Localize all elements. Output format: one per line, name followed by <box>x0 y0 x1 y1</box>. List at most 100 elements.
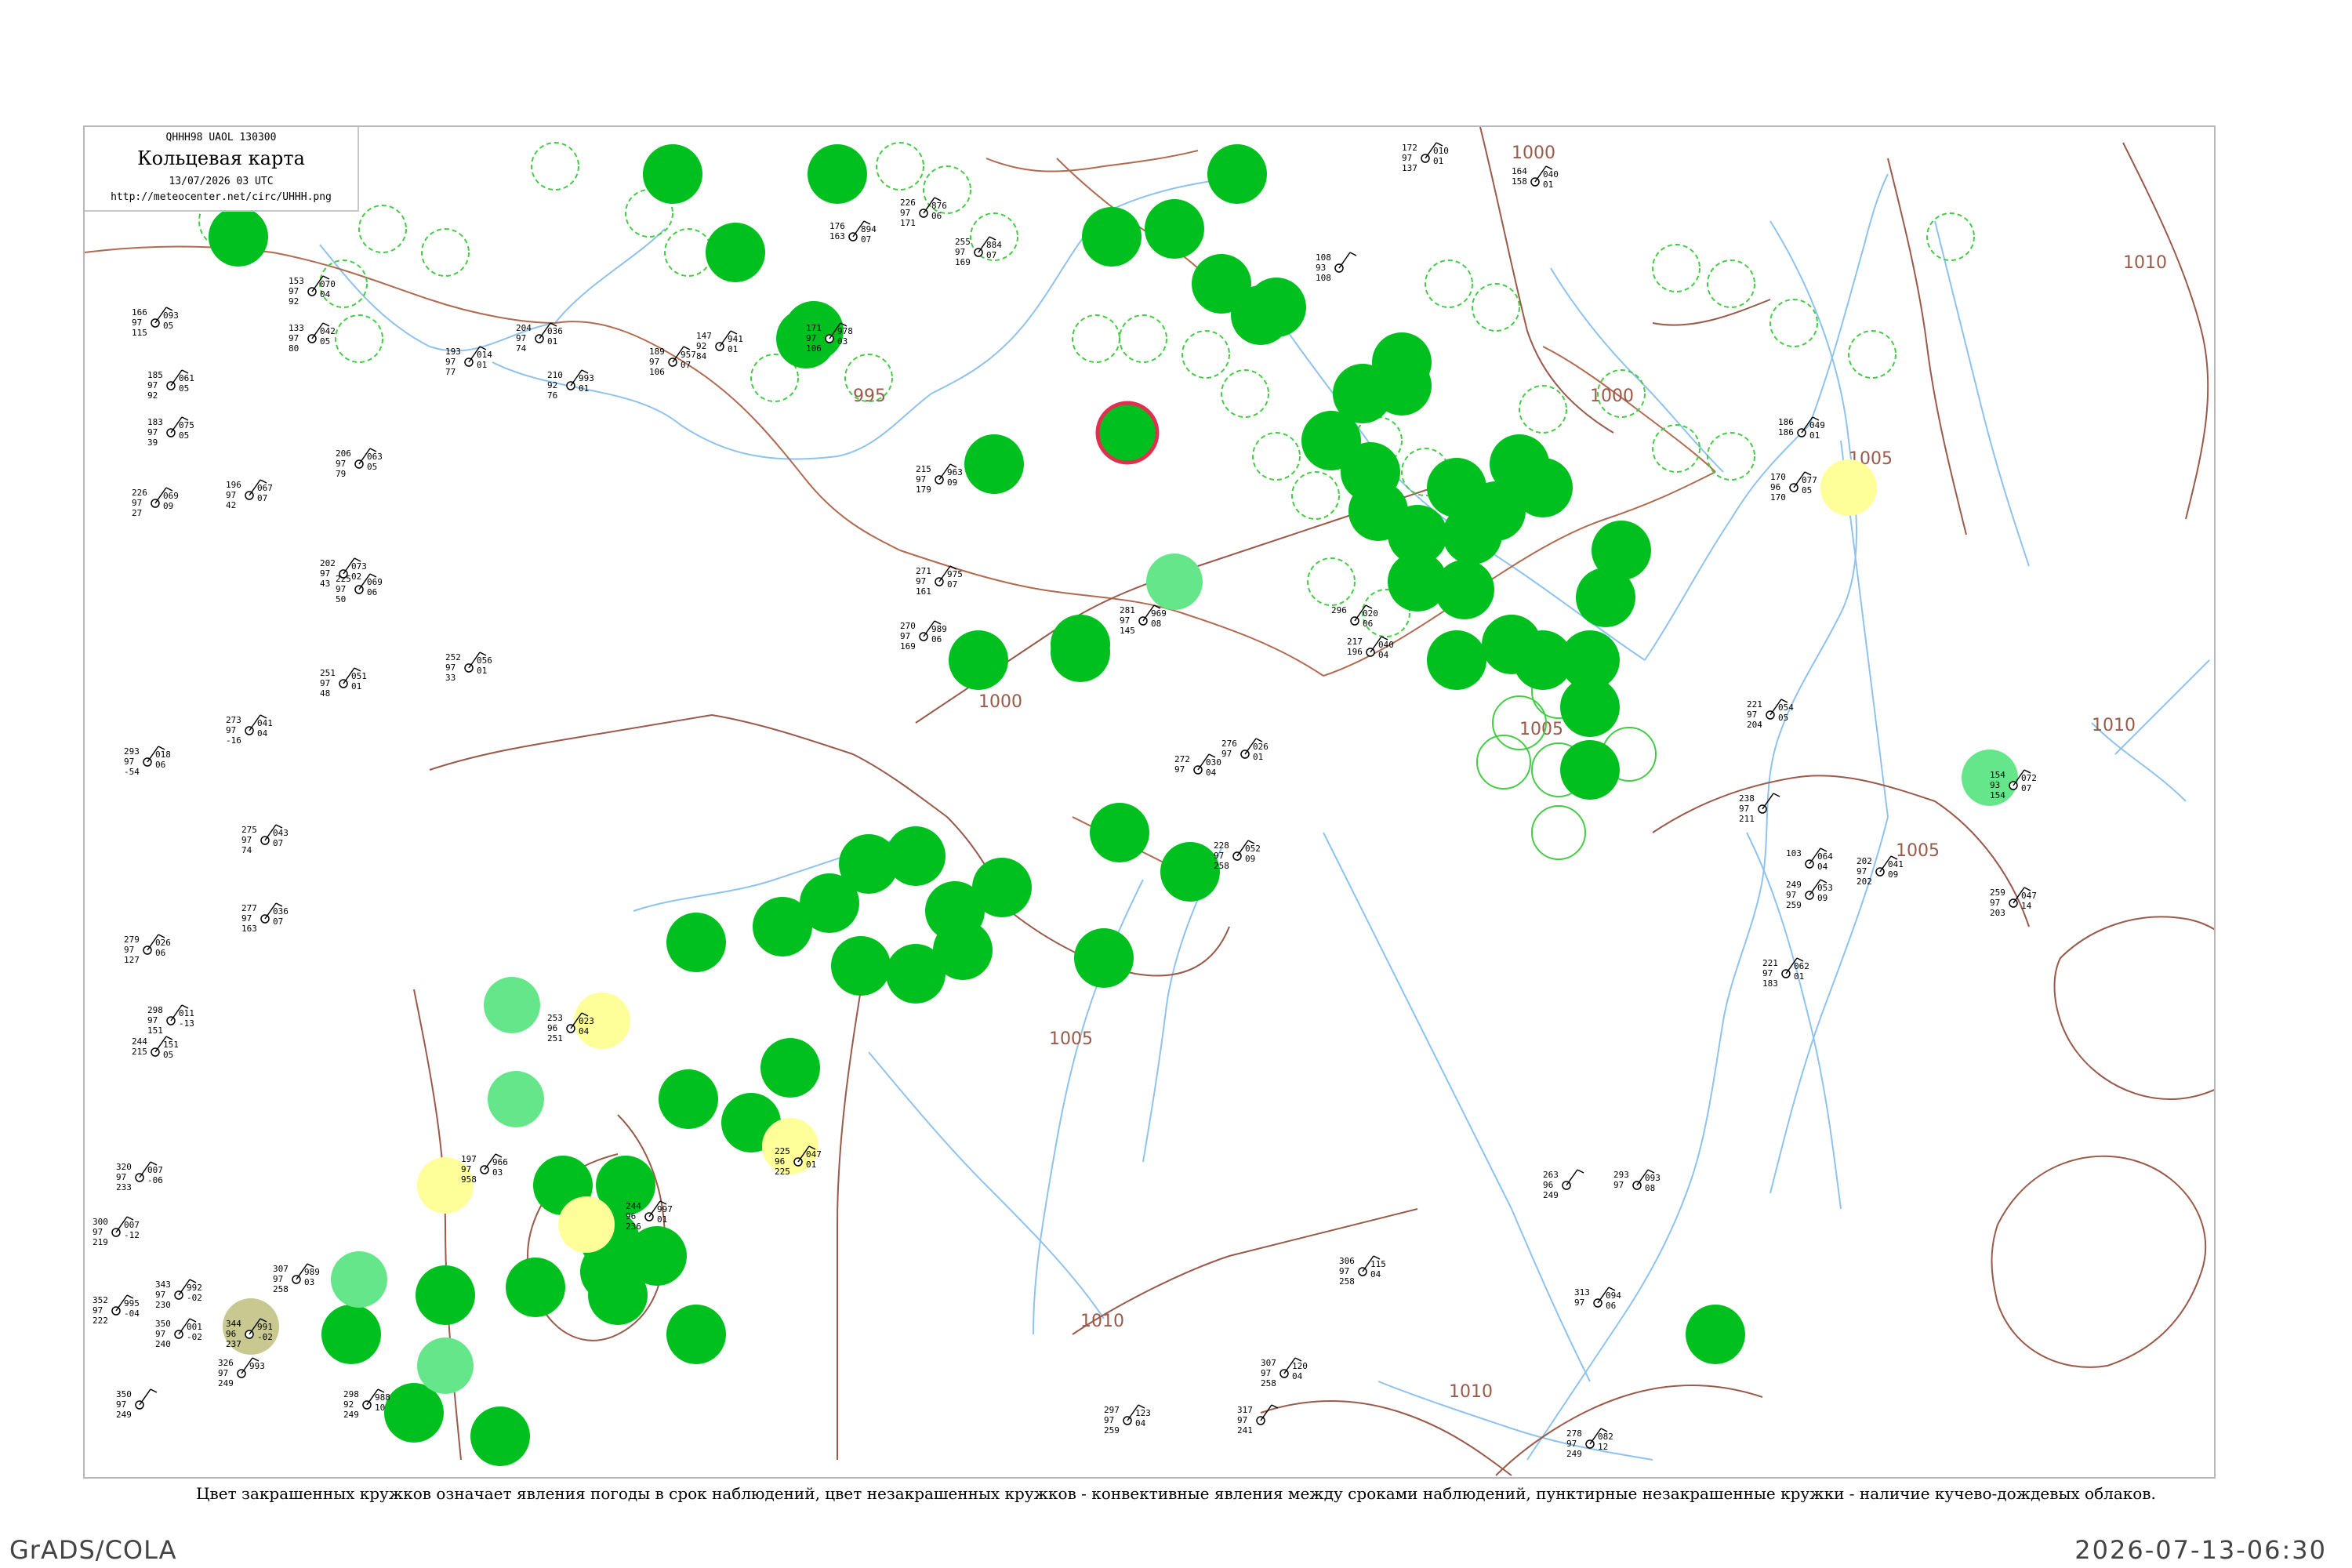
station-pressure: 941 <box>728 334 743 344</box>
cb-dashed-circle <box>664 228 713 277</box>
station-plot: 25597169 88407 <box>955 236 1002 267</box>
station-visibility: 93 <box>1990 780 2000 790</box>
station-tendency: 09 <box>1888 869 1898 880</box>
station-plot: 217196 04004 <box>1347 636 1394 660</box>
weather-circle <box>964 434 1024 494</box>
station-plot: 27197161 97507 <box>916 565 963 597</box>
station-visibility: 97 <box>1739 804 1749 814</box>
station-dewpoint: 249 <box>1566 1449 1582 1459</box>
station-tendency: -06 <box>147 1175 163 1185</box>
station-temperature: 270 <box>900 621 916 631</box>
cb-dashed-circle <box>1472 283 1520 332</box>
cb-dashed-circle <box>1769 299 1818 347</box>
cb-dashed-circle <box>1652 424 1700 473</box>
station-visibility: 96 <box>1770 482 1780 492</box>
station-temperature: 226 <box>132 488 147 498</box>
station-pressure: 894 <box>861 224 877 234</box>
map-panel[interactable]: 1000 995 1000 1005 1010 1010 1005 1005 1… <box>83 125 2216 1479</box>
station-pressure: 023 <box>579 1016 594 1026</box>
station-dewpoint: 74 <box>516 343 527 354</box>
station-visibility: 97 <box>241 835 252 845</box>
cb-dashed-circle <box>335 314 383 363</box>
convective-circle <box>1531 805 1586 860</box>
station-pressure: 061 <box>179 373 194 383</box>
station-visibility: 97 <box>516 333 526 343</box>
station-dewpoint: 42 <box>226 500 236 510</box>
station-plot: 30697258 11504 <box>1339 1255 1386 1287</box>
station-temperature: 278 <box>1566 1428 1582 1439</box>
isobar-label: 1000 <box>1590 387 1634 406</box>
station-visibility: 97 <box>445 662 456 673</box>
weather-circle <box>321 1305 381 1364</box>
station-tendency: 04 <box>1292 1371 1303 1381</box>
cb-dashed-circle <box>421 228 470 277</box>
station-temperature: 344 <box>226 1319 241 1329</box>
station-pressure: 120 <box>1292 1361 1308 1371</box>
station-visibility: 97 <box>132 318 142 328</box>
station-dewpoint: 259 <box>1104 1425 1120 1436</box>
station-dewpoint: 50 <box>336 594 346 604</box>
station-temperature: 108 <box>1316 252 1331 263</box>
station-pressure: 082 <box>1598 1432 1613 1442</box>
station-tendency: 01 <box>477 360 487 370</box>
convective-circle <box>1476 735 1531 789</box>
station-tendency: 07 <box>681 360 691 370</box>
station-tendency: 01 <box>806 1160 816 1170</box>
station-temperature: 204 <box>516 323 532 333</box>
station-plot: 29897151 011-13 <box>147 1004 194 1036</box>
weather-circle <box>1427 630 1486 690</box>
station-plot: 27697 02601 <box>1221 738 1269 762</box>
station-temperature: 238 <box>1739 793 1755 804</box>
station-pressure: 007 <box>147 1165 163 1175</box>
station-tendency: -12 <box>124 1230 140 1240</box>
station-visibility: 97 <box>900 208 910 218</box>
station-visibility: 96 <box>226 1329 236 1339</box>
isobar-label: 1010 <box>2092 716 2136 735</box>
weather-circle <box>1207 144 1267 204</box>
station-dewpoint: 258 <box>1339 1276 1355 1287</box>
station-plot: 24496236 99701 <box>626 1200 673 1232</box>
station-temperature: 296 <box>1331 605 1347 615</box>
station-tendency: -02 <box>187 1332 202 1342</box>
station-dewpoint: 154 <box>1990 790 2005 800</box>
wind-feather-icon <box>1577 1169 1584 1174</box>
station-dewpoint: 202 <box>1857 877 1872 887</box>
station-temperature: 253 <box>547 1013 563 1023</box>
weather-circle-light <box>484 977 540 1033</box>
station-dewpoint: 170 <box>1770 492 1786 503</box>
station-visibility: 97 <box>93 1305 103 1316</box>
station-visibility: 93 <box>1316 263 1326 273</box>
station-plot: 25997203 04714 <box>1990 887 2037 918</box>
station-tendency: -04 <box>124 1308 140 1319</box>
station-dewpoint: 230 <box>155 1300 171 1310</box>
station-visibility: 97 <box>1104 1415 1114 1425</box>
station-tendency: 04 <box>579 1026 590 1036</box>
observation-time: 13/07/2026 03 UTC <box>169 176 274 187</box>
wind-barb-icon <box>1338 252 1351 269</box>
station-temperature: 186 <box>1778 417 1794 427</box>
weather-circle <box>416 1265 475 1325</box>
station-temperature: 206 <box>336 448 351 459</box>
station-temperature: 352 <box>93 1295 108 1305</box>
station-plot: 1339780 04205 <box>289 322 336 354</box>
station-temperature: 176 <box>829 221 845 231</box>
station-tendency: 04 <box>320 289 331 299</box>
station-visibility: 97 <box>226 490 236 500</box>
station-temperature: 259 <box>1990 887 2005 898</box>
station-tendency: 05 <box>1802 485 1812 495</box>
weather-circle <box>1082 207 1142 267</box>
isobar-label: 1010 <box>1449 1382 1493 1402</box>
station-temperature: 172 <box>1402 143 1417 153</box>
station-pressure: 056 <box>477 655 492 666</box>
station-dewpoint: 79 <box>336 469 346 479</box>
station-pressure: 094 <box>1606 1290 1621 1301</box>
station-pressure: 069 <box>367 577 383 587</box>
isobars <box>413 127 2214 1476</box>
station-dewpoint: 27 <box>132 508 142 518</box>
weather-circle-light <box>488 1071 544 1127</box>
station-plot: 16697115 09305 <box>132 307 179 338</box>
station-tendency: 05 <box>163 1050 173 1060</box>
station-pressure: 014 <box>477 350 492 360</box>
isobar-label: 1005 <box>1049 1029 1093 1049</box>
station-temperature: 298 <box>147 1005 163 1015</box>
